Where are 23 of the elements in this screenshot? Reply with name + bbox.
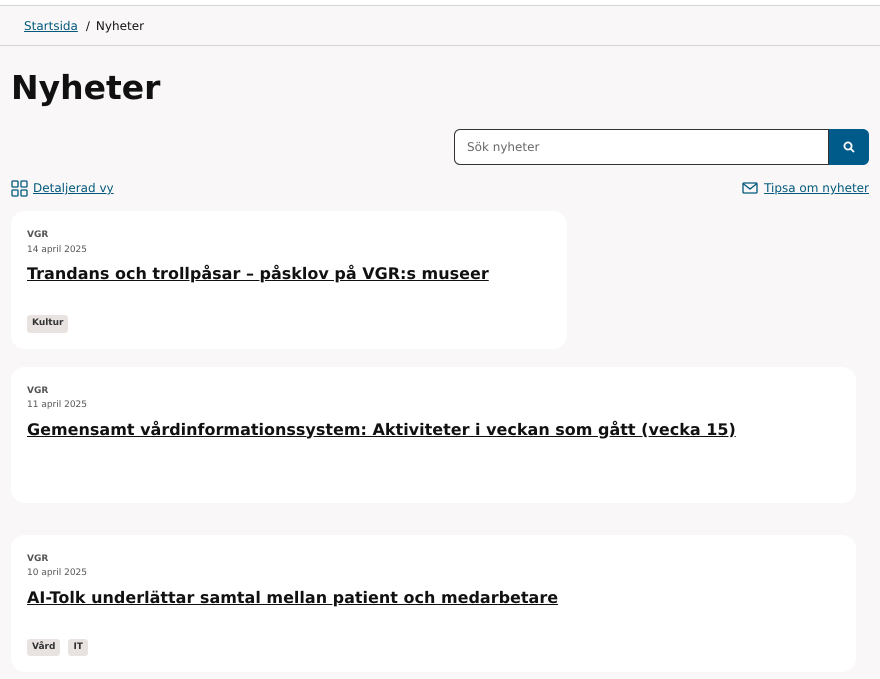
envelope-icon xyxy=(742,182,758,194)
grid-icon xyxy=(11,180,28,196)
search-button[interactable] xyxy=(829,129,869,165)
news-headline-link[interactable]: Gemensamt vårdinformationssystem: Aktiviteter i veckan som gått (vecka 15) xyxy=(27,418,840,440)
news-date: 10 april 2025 xyxy=(27,567,88,580)
breadcrumb-current: Nyheter xyxy=(96,18,144,34)
news-date: 14 april 2025 xyxy=(27,244,88,256)
tag: Vård xyxy=(27,638,60,656)
breadcrumb-separator: / xyxy=(86,18,90,34)
news-source: VGR xyxy=(27,229,50,242)
search-icon xyxy=(843,141,855,153)
news-date: 11 april 2025 xyxy=(27,399,88,412)
news-source: VGR xyxy=(27,552,50,566)
page-title: Nyheter xyxy=(11,68,162,108)
tag: IT xyxy=(68,638,88,656)
news-source: VGR xyxy=(27,384,50,398)
news-headline-link[interactable]: Trandans och trollpåsar – påsklov på VGR:s museer xyxy=(27,263,551,285)
breadcrumb-link[interactable]: Startsida xyxy=(24,16,78,34)
search-field[interactable]: Sök nyheter xyxy=(454,129,829,165)
tip-link[interactable]: Tipsa om nyheter xyxy=(742,179,869,197)
view-toggle-link[interactable]: Detaljerad vy xyxy=(11,179,114,197)
tag: Kultur xyxy=(27,315,68,332)
news-headline-link[interactable]: AI-Tolk underlättar samtal mellan patient och medarbetare xyxy=(27,586,840,608)
